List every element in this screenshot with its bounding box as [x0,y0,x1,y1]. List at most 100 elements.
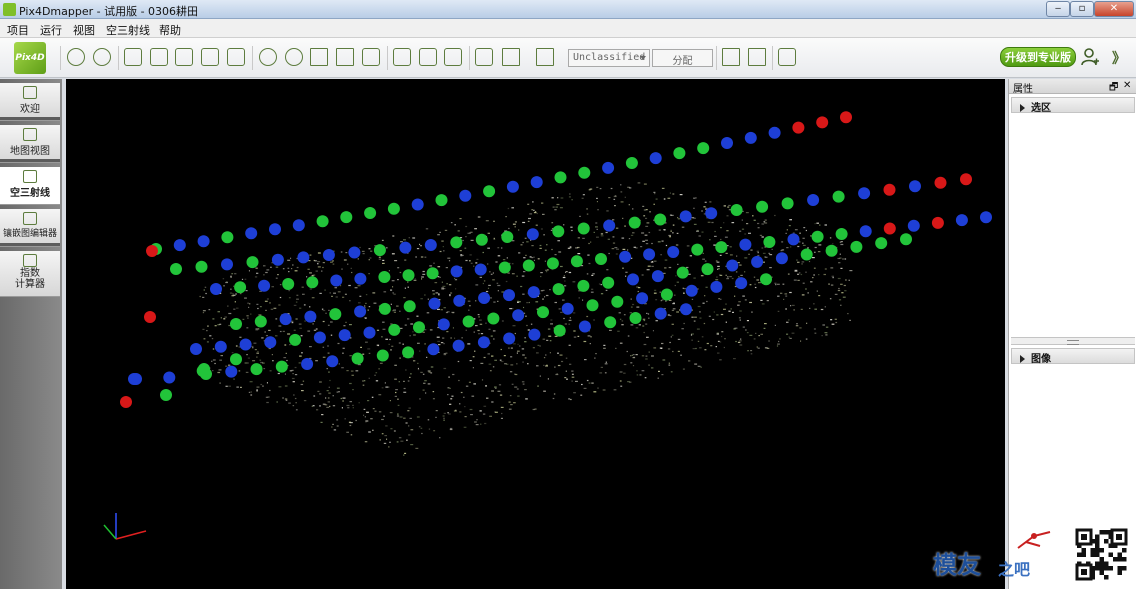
fit-selection-icon[interactable] [336,48,354,66]
classification-select[interactable]: Unclassified [568,49,650,67]
minimize-button[interactable]: ‒ [1046,1,1070,17]
camera-position-marker [701,263,714,276]
menu-view[interactable]: 视图 [73,22,95,38]
camera-position-marker [859,225,872,238]
maximize-button[interactable]: ▫ [1070,1,1094,17]
toolbar-separator [118,46,119,70]
camera-position-marker [234,281,247,294]
camera-position-marker [526,228,539,241]
camera-position-marker [604,316,617,329]
expand-chevron-icon[interactable]: 》 [1112,48,1126,68]
section-images[interactable]: 图像 [1011,348,1135,365]
properties-header: 属性 🗗 ✕ [1009,79,1136,97]
camera-position-marker [501,231,514,243]
zoom-out-icon[interactable] [285,48,303,66]
camera-position-marker [348,246,361,259]
close-button[interactable]: ✕ [1094,1,1134,17]
classify-button[interactable]: 分配 [652,49,713,67]
plane-icon[interactable] [362,48,380,66]
measure-volume-icon[interactable] [444,48,462,66]
camera-position-marker [402,269,415,282]
camera-position-marker [413,321,425,334]
crosshair-icon[interactable] [93,48,111,66]
camera-position-marker [271,253,284,266]
camera-position-marker [636,292,649,305]
camera-position-marker [883,183,896,196]
camera-position-marker [883,222,896,235]
camera-position-marker [289,333,302,346]
camera-position-marker [246,256,259,269]
camera-position-marker [306,276,319,289]
clip-box-icon[interactable] [748,48,766,66]
camera-position-marker [475,233,488,246]
camera-position-marker [900,233,912,246]
panel-splitter[interactable] [1011,337,1135,345]
camera-position-marker [627,273,639,286]
toolbar-separator [469,46,470,70]
sidebar-item-mosaic-editor[interactable]: 镶嵌图编辑器 [0,209,60,247]
orbit-icon[interactable] [67,48,85,66]
axes-gizmo [103,513,147,540]
brush-icon[interactable] [475,48,493,66]
camera-position-marker [726,259,739,272]
camera-position-marker [710,280,723,293]
cube-icon[interactable] [722,48,740,66]
menu-run[interactable]: 运行 [40,22,62,38]
camera-position-marker [676,266,689,279]
sidebar-item-rays[interactable]: 空三射线 [0,167,60,205]
camera-position-marker [554,171,567,184]
drone-logo-icon [1017,531,1051,549]
camera-position-marker [210,283,222,295]
camera-position-marker [269,223,281,236]
video-camera-icon[interactable] [778,48,796,66]
menu-rays[interactable]: 空三射线 [106,22,150,38]
section-selection[interactable]: 选区 [1011,97,1135,114]
zoom-extent-icon[interactable] [310,48,328,66]
camera-position-marker [552,283,565,296]
reload-icon[interactable] [150,48,168,66]
calculator-icon [23,254,37,267]
close-icon[interactable]: ✕ [1123,80,1131,91]
menu-help[interactable]: 帮助 [159,22,181,38]
camera-position-marker [651,270,664,283]
pin-icon[interactable]: 🗗 [1109,80,1118,97]
check-doc-icon[interactable] [201,48,219,66]
sidebar-item-label-2: 计算器 [15,279,45,290]
user-icon[interactable] [1080,47,1100,67]
point-cloud-scene[interactable] [66,79,1005,589]
camera-position-marker [832,190,845,203]
camera-position-marker [909,180,921,193]
measure-area-icon[interactable] [419,48,437,66]
menu-project[interactable]: 项目 [7,22,29,38]
sidebar-item-bar [0,117,60,120]
camera-position-marker [522,259,535,272]
sync-icon[interactable] [175,48,193,66]
sidebar-item-index-calculator[interactable]: 指数 计算器 [0,251,60,297]
camera-position-marker [800,248,813,261]
measure-line-icon[interactable] [393,48,411,66]
camera-position-marker [643,248,656,261]
zoom-in-icon[interactable] [259,48,277,66]
camera-position-marker [282,278,295,290]
camera-position-marker [376,349,389,362]
camera-position-marker [388,323,401,336]
sidebar-item-map-view[interactable]: 地图视图 [0,125,60,163]
sidebar-item-welcome[interactable]: 欢迎 [0,83,60,121]
camera-position-marker [354,305,367,318]
qr-code-icon [1074,527,1129,582]
upgrade-button[interactable]: 升级到专业版 [1000,47,1076,67]
camera-position-marker [530,176,543,189]
color-box-icon[interactable] [536,48,554,66]
select-box-icon[interactable] [502,48,520,66]
camera-position-marker [816,116,829,129]
new-project-icon[interactable] [124,48,142,66]
camera-position-marker [503,332,516,345]
camera-position-marker [214,340,227,353]
camera-box-icon[interactable] [227,48,245,66]
camera-position-marker [840,111,852,124]
rayviewer-3d-viewport[interactable] [66,79,1005,589]
menu-bar: 项目 运行 视图 空三射线 帮助 [0,19,1136,38]
camera-position-marker [254,315,267,328]
camera-position-marker [483,185,496,198]
camera-position-marker [980,211,992,224]
